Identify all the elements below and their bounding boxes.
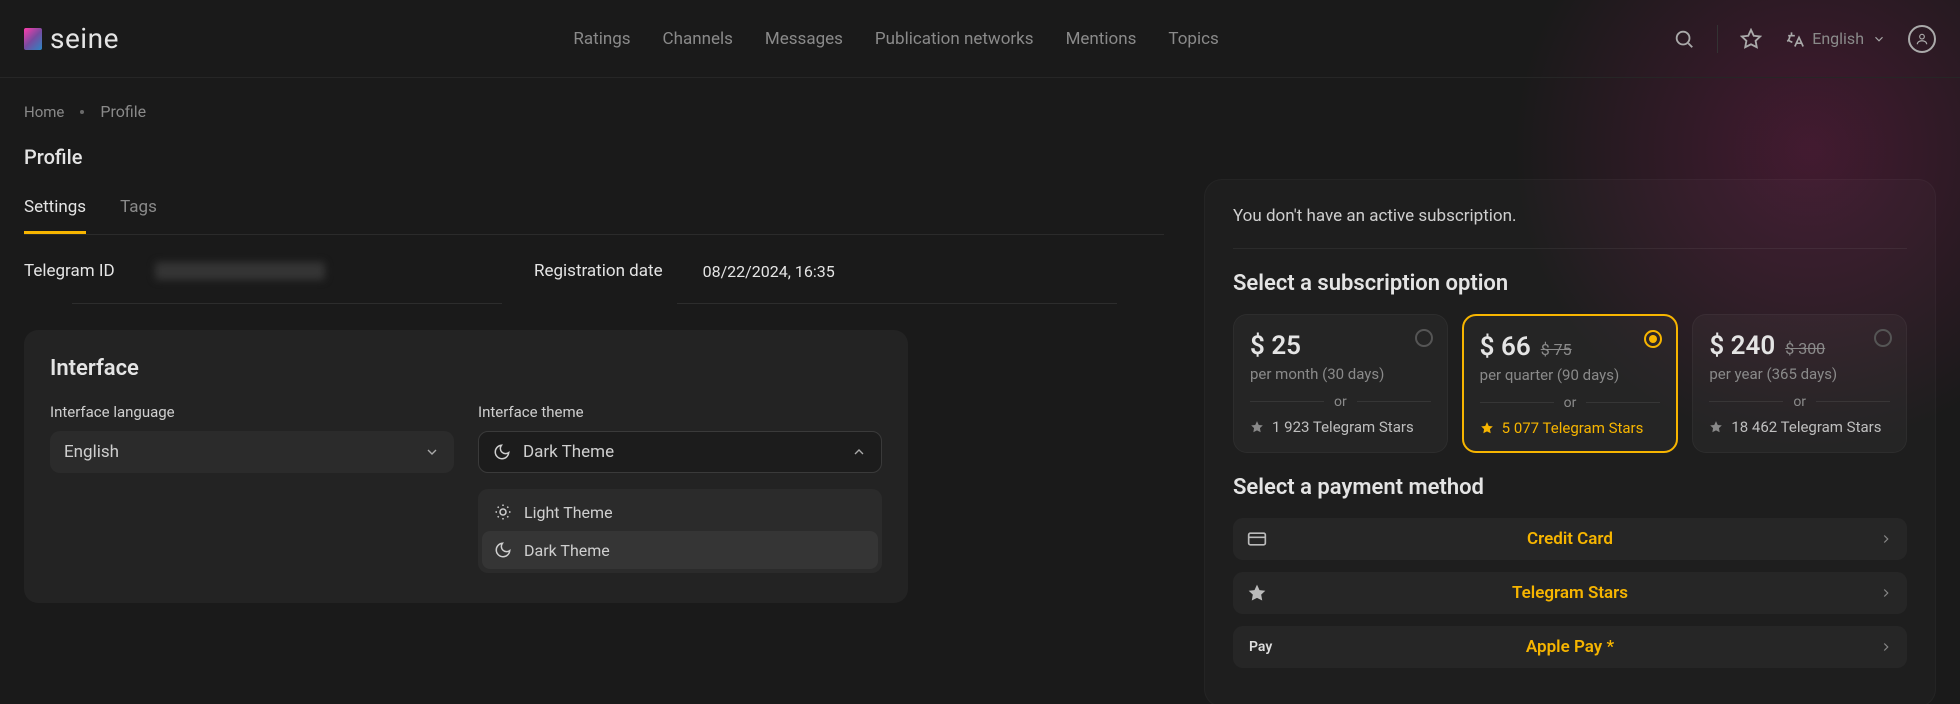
- plan-month[interactable]: $ 25 per month (30 days) or 1 923 Telegr…: [1233, 314, 1448, 453]
- plan-quarter-price: $ 66: [1480, 332, 1531, 362]
- nav-messages[interactable]: Messages: [765, 29, 843, 49]
- payment-telegram-stars[interactable]: Telegram Stars: [1233, 572, 1907, 614]
- interface-theme-select[interactable]: Dark Theme: [478, 431, 882, 473]
- interface-language-value: English: [64, 442, 119, 462]
- plan-quarter-stars: 5 077 Telegram Stars: [1502, 419, 1644, 437]
- telegram-id-label: Telegram ID: [24, 261, 115, 281]
- nav-channels[interactable]: Channels: [663, 29, 733, 49]
- chevron-right-icon: [1879, 640, 1893, 654]
- payment-method-heading: Select a payment method: [1233, 475, 1907, 500]
- chevron-down-icon: [424, 444, 440, 460]
- plan-year-price: $ 240: [1709, 331, 1775, 361]
- breadcrumb-home[interactable]: Home: [24, 103, 64, 121]
- plan-month-price: $ 25: [1250, 331, 1301, 361]
- plan-quarter-period: per quarter (90 days): [1480, 366, 1661, 384]
- nav-topics[interactable]: Topics: [1168, 29, 1218, 49]
- subscription-panel: You don't have an active subscription. S…: [1204, 179, 1936, 704]
- payment-apple-pay[interactable]: Pay Apple Pay *: [1233, 626, 1907, 668]
- star-icon[interactable]: [1740, 28, 1762, 50]
- interface-theme-value: Dark Theme: [523, 442, 614, 462]
- main-nav: Ratings Channels Messages Publication ne…: [573, 29, 1218, 49]
- page-title: Profile: [24, 145, 1164, 169]
- star-icon: [1247, 583, 1269, 603]
- breadcrumb-separator: [80, 110, 84, 114]
- chevron-right-icon: [1879, 586, 1893, 600]
- chevron-up-icon: [851, 444, 867, 460]
- payment-credit-card[interactable]: Credit Card: [1233, 518, 1907, 560]
- language-value: English: [1812, 29, 1864, 48]
- theme-option-dark-label: Dark Theme: [524, 541, 610, 560]
- payment-telegram-stars-label: Telegram Stars: [1512, 583, 1628, 603]
- chevron-down-icon: [1872, 32, 1886, 46]
- plan-year[interactable]: $ 240 $ 300 per year (365 days) or 18 46…: [1692, 314, 1907, 453]
- credit-card-icon: [1247, 529, 1269, 549]
- plan-year-stars: 18 462 Telegram Stars: [1731, 418, 1881, 436]
- nav-mentions[interactable]: Mentions: [1066, 29, 1137, 49]
- nav-ratings[interactable]: Ratings: [573, 29, 630, 49]
- translate-icon: [1784, 29, 1804, 49]
- search-icon[interactable]: [1673, 28, 1695, 50]
- profile-tabs: Settings Tags: [24, 187, 1164, 235]
- plan-month-period: per month (30 days): [1250, 365, 1431, 383]
- topbar: seine Ratings Channels Messages Publicat…: [0, 0, 1960, 78]
- brand-name: seine: [50, 22, 119, 55]
- interface-card: Interface Interface language English Int…: [24, 330, 908, 603]
- profile-avatar[interactable]: [1908, 25, 1936, 53]
- subscription-plans: $ 25 per month (30 days) or 1 923 Telegr…: [1233, 314, 1907, 453]
- registration-date-value: 08/22/2024, 16:35: [703, 262, 835, 281]
- plan-year-period: per year (365 days): [1709, 365, 1890, 383]
- plan-month-stars: 1 923 Telegram Stars: [1272, 418, 1414, 436]
- plan-quarter-oldprice: $ 75: [1541, 340, 1572, 359]
- moon-icon: [493, 443, 511, 461]
- moon-icon: [494, 541, 512, 559]
- or-label: or: [1334, 394, 1347, 410]
- theme-option-dark[interactable]: Dark Theme: [482, 531, 878, 569]
- telegram-id-value: [155, 262, 325, 280]
- breadcrumb-current: Profile: [100, 102, 146, 121]
- theme-option-light-label: Light Theme: [524, 503, 613, 522]
- interface-language-select[interactable]: English: [50, 431, 454, 473]
- subscription-select-heading: Select a subscription option: [1233, 271, 1907, 296]
- breadcrumb: Home Profile: [0, 78, 1960, 121]
- brand-logo[interactable]: seine: [24, 22, 119, 55]
- payment-credit-card-label: Credit Card: [1527, 529, 1613, 549]
- interface-theme-label: Interface theme: [478, 403, 882, 421]
- tab-tags[interactable]: Tags: [120, 187, 157, 234]
- or-label: or: [1793, 394, 1806, 410]
- chevron-right-icon: [1879, 532, 1893, 546]
- header-tools: English: [1673, 25, 1936, 53]
- registration-date-label: Registration date: [534, 261, 663, 281]
- divider: [1717, 25, 1718, 53]
- interface-theme-dropdown: Light Theme Dark Theme: [478, 489, 882, 573]
- profile-details: Telegram ID Registration date 08/22/2024…: [24, 235, 1164, 301]
- radio-icon: [1415, 329, 1433, 347]
- plan-quarter[interactable]: $ 66 $ 75 per quarter (90 days) or 5 077…: [1462, 314, 1679, 453]
- interface-language-label: Interface language: [50, 403, 454, 421]
- brand-logomark: [24, 28, 42, 50]
- tab-settings[interactable]: Settings: [24, 187, 86, 234]
- language-picker[interactable]: English: [1784, 29, 1886, 49]
- interface-heading: Interface: [50, 356, 882, 381]
- sun-icon: [494, 503, 512, 521]
- apple-pay-mark: Pay: [1247, 639, 1272, 655]
- subscription-notice: You don't have an active subscription.: [1233, 206, 1907, 249]
- or-label: or: [1564, 395, 1577, 411]
- nav-pubnet[interactable]: Publication networks: [875, 29, 1034, 49]
- radio-icon: [1874, 329, 1892, 347]
- payment-apple-pay-label: Apple Pay *: [1526, 637, 1614, 657]
- theme-option-light[interactable]: Light Theme: [482, 493, 878, 531]
- plan-year-oldprice: $ 300: [1785, 339, 1825, 358]
